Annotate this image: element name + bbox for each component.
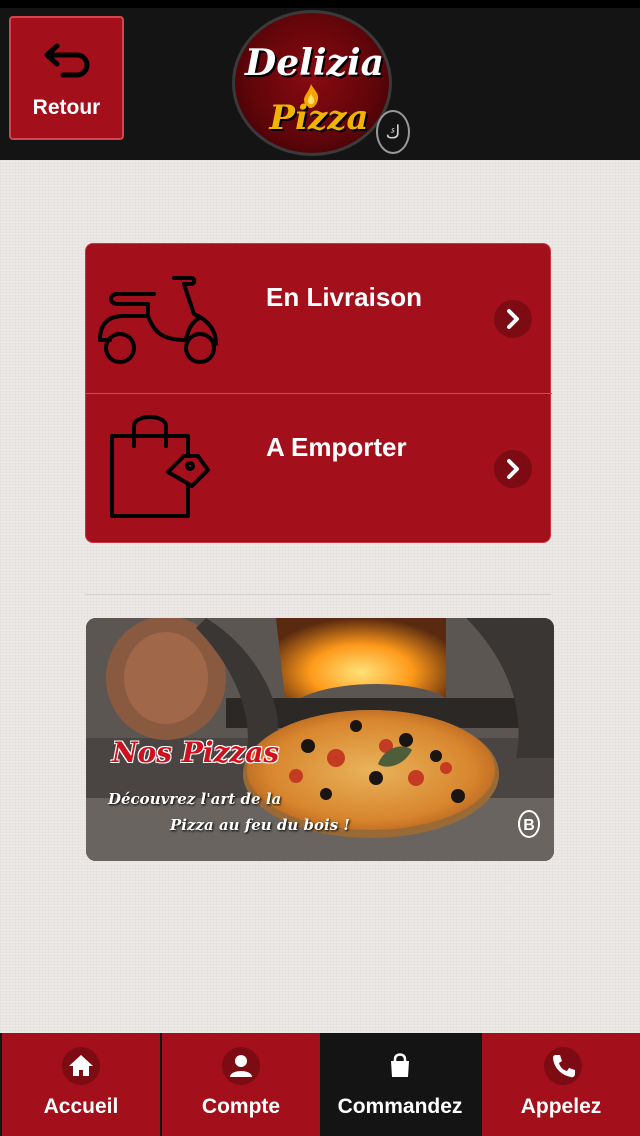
status-bar xyxy=(0,0,640,8)
banner-title: Nos Pizzas xyxy=(112,736,280,769)
tab-appelez[interactable]: Appelez xyxy=(482,1033,640,1136)
option-takeaway-title: A Emporter xyxy=(266,432,407,462)
back-button[interactable]: Retour xyxy=(9,16,124,140)
banner-line-1: Découvrez l'art de la xyxy=(108,790,282,808)
shopping-bag-icon xyxy=(110,415,210,518)
tab-compte-label: Compte xyxy=(201,1095,281,1118)
banner-line-2: Pizza au feu du bois ! xyxy=(170,816,350,834)
user-icon xyxy=(222,1047,260,1085)
logo-word-1: Delizia xyxy=(245,42,384,84)
tab-accueil[interactable]: Accueil xyxy=(2,1033,160,1136)
top-bar: Retour Delizia Pizza ك xyxy=(0,0,640,160)
back-arrow-icon xyxy=(44,43,90,78)
shopping-bag-icon xyxy=(381,1047,419,1085)
tab-appelez-label: Appelez xyxy=(520,1095,602,1118)
logo-word-2: Pizza xyxy=(269,98,369,138)
order-options-panel: En Livraison A Emporter xyxy=(85,243,552,543)
delizia-pizza-logo: Delizia Pizza ك xyxy=(232,10,410,156)
home-icon xyxy=(62,1047,100,1085)
back-button-label: Retour xyxy=(32,96,101,119)
tab-commandez-label: Commandez xyxy=(337,1095,463,1118)
option-delivery[interactable]: En Livraison xyxy=(86,244,552,393)
section-divider xyxy=(85,594,551,595)
bottom-tab-bar: Accueil Compte Commandez Appelez xyxy=(0,1033,640,1136)
option-takeaway[interactable]: A Emporter xyxy=(86,393,552,542)
logo-stamp: ك xyxy=(376,110,410,154)
tab-accueil-label: Accueil xyxy=(43,1095,119,1118)
pizza-promo-banner[interactable]: Nos Pizzas Découvrez l'art de la Pizza a… xyxy=(86,618,554,861)
banner-mark: B xyxy=(518,810,540,838)
scooter-icon xyxy=(98,276,218,364)
chevron-right-icon xyxy=(494,450,532,488)
option-delivery-title: En Livraison xyxy=(266,282,423,312)
phone-icon xyxy=(544,1047,582,1085)
tab-commandez[interactable]: Commandez xyxy=(320,1033,480,1136)
chevron-right-icon xyxy=(494,300,532,338)
tab-compte[interactable]: Compte xyxy=(162,1033,320,1136)
